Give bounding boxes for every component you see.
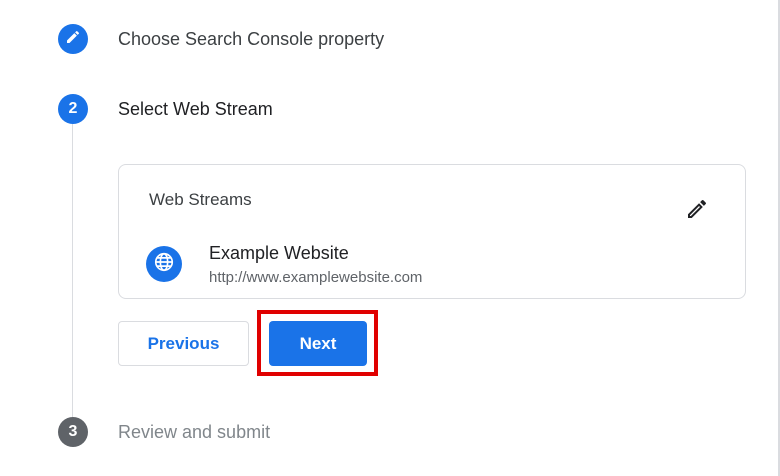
web-streams-heading: Web Streams xyxy=(149,190,252,209)
step-2-indicator: 2 xyxy=(58,94,88,124)
stream-avatar xyxy=(146,246,182,282)
next-button[interactable]: Next xyxy=(269,321,367,366)
pencil-icon xyxy=(685,197,709,226)
previous-button[interactable]: Previous xyxy=(118,321,249,366)
pencil-icon xyxy=(65,29,81,50)
edit-stream-button[interactable] xyxy=(683,197,711,225)
stepper-connector-line xyxy=(72,122,73,418)
stream-name: Example Website xyxy=(209,243,349,263)
stream-url: http://www.examplewebsite.com xyxy=(209,269,423,286)
step-1-title[interactable]: Choose Search Console property xyxy=(118,27,384,51)
web-streams-card: Web Streams Example Website http://www.e… xyxy=(118,164,746,299)
step-3-indicator: 3 xyxy=(58,417,88,447)
globe-icon xyxy=(153,251,175,278)
step-2-title: Select Web Stream xyxy=(118,99,273,119)
step-3-title: Review and submit xyxy=(118,422,271,442)
step-1-indicator xyxy=(58,24,88,54)
